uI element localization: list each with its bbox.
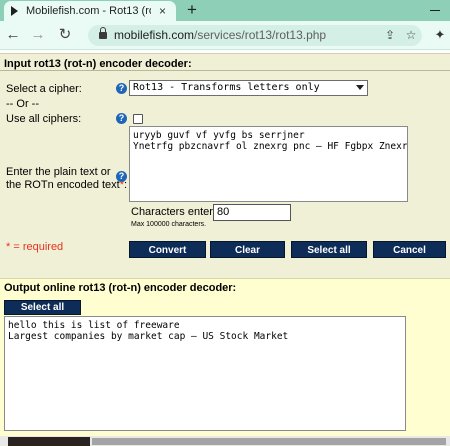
required-note: * = required [6,241,64,253]
url-omnibox[interactable]: mobilefish.com/services/rot13/rot13.php … [88,25,422,46]
browser-tab[interactable]: Mobilefish.com - Rot13 (rot-n) en × [4,1,176,21]
all-ciphers-label: Use all ciphers: [6,113,82,125]
url-text[interactable]: mobilefish.com/services/rot13/rot13.php [114,28,326,42]
all-ciphers-help-icon[interactable]: ? [116,113,127,124]
cipher-select-value: Rot13 - Transforms letters only [133,82,320,93]
select-all-output-button[interactable]: Select all [4,300,81,315]
output-line-2: Largest companies by market cap – US Sto… [8,331,289,342]
chars-entered-field[interactable]: 80 [213,204,291,221]
divider [0,70,450,71]
url-path: /services/rot13/rot13.php [194,28,327,42]
forward-arrow-icon[interactable]: → [29,26,47,44]
clear-button[interactable]: Clear [210,241,285,258]
cipher-label: Select a cipher: [6,83,82,95]
text-input-label-line-2: the ROTn encoded text [6,179,120,191]
output-panel-heading: Output online rot13 (rot-n) encoder deco… [4,282,237,294]
cipher-help-icon[interactable]: ? [116,83,127,94]
url-host: mobilefish.com [114,28,195,42]
max-chars-note: Max 100000 characters. [131,221,207,228]
page-content: Input rot13 (rot-n) encoder decoder: Sel… [0,50,450,446]
output-panel: Output online rot13 (rot-n) encoder deco… [0,278,450,446]
use-all-ciphers-checkbox[interactable] [133,114,143,124]
site-favicon-icon [11,6,18,16]
scrollbar-thumb[interactable] [92,438,446,445]
minimize-window-icon[interactable] [424,2,446,18]
plain-text-input[interactable]: uryyb guvf vf yvfg bs serrjner Ynetrfg p… [129,126,408,202]
new-tab-icon[interactable]: + [183,1,201,19]
reload-icon[interactable]: ↻ [56,26,74,44]
input-panel: Input rot13 (rot-n) encoder decoder: Sel… [0,53,450,316]
output-textarea[interactable]: hello this is list of freeware Largest c… [4,316,406,431]
or-label: -- Or -- [6,98,39,110]
output-line-1: hello this is list of freeware [8,320,180,331]
tab-title: Mobilefish.com - Rot13 (rot-n) en [26,5,151,17]
horizontal-scrollbar[interactable] [0,436,450,446]
lock-icon[interactable] [99,27,107,39]
address-bar: ← → ↻ mobilefish.com/services/rot13/rot1… [0,21,450,50]
text-input-help-icon[interactable]: ? [116,171,127,182]
share-icon[interactable]: ⇪ [382,27,398,43]
extensions-puzzle-icon[interactable]: ✦ [432,27,448,43]
cipher-select[interactable]: Rot13 - Transforms letters only [129,80,368,96]
back-arrow-icon[interactable]: ← [4,26,22,44]
input-line-1: uryyb guvf vf yvfg bs serrjner [133,130,305,141]
cancel-button[interactable]: Cancel [373,241,446,258]
text-input-label-line-1: Enter the plain text or [6,166,111,178]
tab-close-icon[interactable]: × [159,4,166,18]
chevron-down-icon [356,85,364,90]
bookmark-star-icon[interactable]: ☆ [403,27,419,43]
text-input-label: Enter the plain text or the ROTn encoded… [6,166,128,191]
input-line-2: Ynetrfg pbzcnavrf ol znexrg pnc – HF Fgb… [133,141,408,152]
convert-button[interactable]: Convert [129,241,206,258]
select-all-input-button[interactable]: Select all [291,241,367,258]
tab-strip: Mobilefish.com - Rot13 (rot-n) en × + [0,0,450,21]
input-panel-heading: Input rot13 (rot-n) encoder decoder: [4,58,192,70]
ad-strip [8,437,90,446]
